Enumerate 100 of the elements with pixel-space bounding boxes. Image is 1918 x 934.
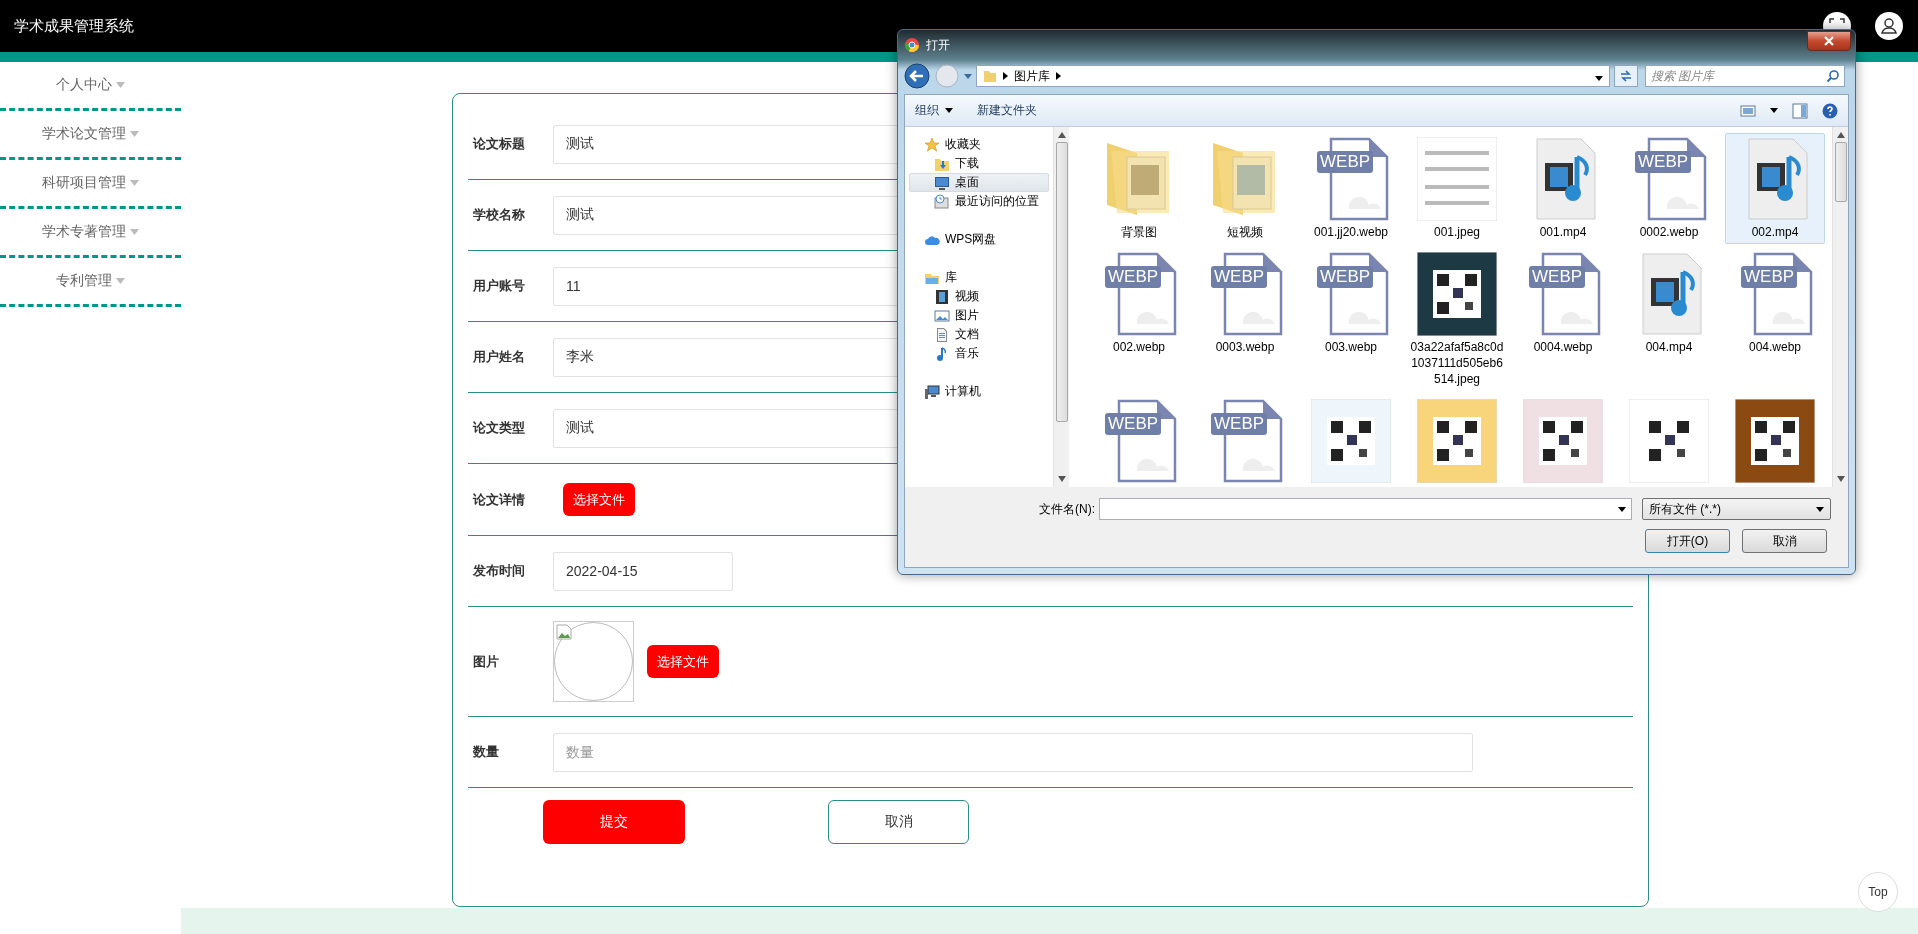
field-label: 论文标题 [471,135,526,153]
file-name: 001.jpeg [1432,224,1481,240]
address-bar[interactable]: 图片库 [976,65,1610,87]
search-field[interactable]: 搜索 图片库 [1645,65,1845,87]
file-type-label: WEBP [1317,151,1374,173]
nav-item[interactable]: 桌面 [909,173,1049,192]
file-item[interactable]: WEBP 002.webp [1089,248,1189,391]
scrollbar-thumb[interactable] [1834,142,1847,202]
choose-file-button[interactable]: 选择文件 [563,483,635,516]
nav-item[interactable]: 收藏夹 [909,135,1049,154]
chevron-icon [1003,72,1008,80]
field-label: 图片 [472,652,500,671]
file-type-label: WEBP [1317,266,1374,288]
field-label: 用户账号 [472,277,526,295]
file-item[interactable]: WEBP 0002.webp [1619,133,1719,244]
file-item[interactable]: 短视频 [1195,133,1295,244]
sidebar-item[interactable]: 个人中心 [0,62,181,111]
nav-item[interactable]: 下载 [909,154,1049,173]
nav-item[interactable]: 计算机 [909,382,1049,401]
caret-icon [1595,76,1603,81]
input-field[interactable]: 数量 [553,732,1473,772]
image-icon [934,307,950,324]
caret-icon [130,229,139,235]
app-title: 学术成果管理系统 [14,16,134,36]
date-field[interactable]: 2022-04-15 [553,551,733,591]
sidebar-item[interactable]: 学术专著管理 [0,209,181,258]
caret-icon [116,278,125,284]
file-name: 0002.webp [1638,224,1700,240]
field-label: 数量 [472,743,500,761]
file-item[interactable]: 002.mp4 [1725,133,1825,244]
file-type-label: WEBP [1529,266,1586,288]
file-type-label: WEBP [1211,413,1268,435]
sidebar-item[interactable]: 专利管理 [0,258,181,307]
help-icon[interactable] [1822,102,1838,119]
search-icon [1826,69,1840,83]
open-button[interactable]: 打开(O) [1645,529,1730,553]
file-name: 002.mp4 [1750,224,1800,240]
scroll-down-arrow-icon[interactable] [1057,476,1066,482]
new-folder-button[interactable]: 新建文件夹 [977,102,1037,119]
close-button[interactable] [1807,31,1851,51]
folder-icon [983,69,997,83]
back-to-top-button[interactable]: Top [1858,872,1898,912]
file-name: 短视频 [1226,224,1264,240]
file-item[interactable]: 001.mp4 [1513,133,1613,244]
computer-icon [924,383,940,400]
file-item[interactable]: WEBP 004.webp [1725,248,1825,391]
field-label: 论文类型 [471,419,526,437]
file-name: 002.webp [1111,339,1166,355]
star-icon [924,136,940,153]
file-name: 004.mp4 [1644,339,1694,355]
nav-item[interactable]: 音乐 [909,344,1049,363]
back-button[interactable] [904,63,930,89]
file-name: 0003.webp [1214,339,1276,355]
caret-icon [1816,506,1824,512]
file-type-dropdown[interactable]: 所有文件 (*.*) [1642,498,1831,520]
caret-icon [116,82,125,88]
file-item[interactable]: 004.mp4 [1619,248,1719,391]
submit-button[interactable]: 提交 [543,800,685,844]
choose-file-button[interactable]: 选择文件 [647,645,719,678]
browser-icon [904,37,920,53]
file-item[interactable]: WEBP [1195,395,1295,487]
file-item[interactable]: 03a22afaf5a8c0d1037111d505eb6514.jpeg [1407,248,1507,391]
scrollbar-thumb[interactable] [1055,142,1068,422]
scrollbar[interactable] [1053,127,1069,487]
caret-icon [130,131,139,137]
broken-image-icon [556,624,572,640]
recent-places-icon [934,193,950,210]
scroll-up-arrow-icon[interactable] [1057,132,1066,138]
field-label: 发布时间 [472,562,526,580]
nav-item[interactable]: 最近访问的位置 [909,192,1049,211]
file-item[interactable]: WEBP 001.jj20.webp [1301,133,1401,244]
sidebar-item[interactable]: 学术论文管理 [0,111,181,160]
field-label: 用户姓名 [472,348,526,366]
file-item[interactable]: WEBP [1089,395,1189,487]
nav-item[interactable]: 文档 [909,325,1049,344]
file-item[interactable]: 背景图 [1089,133,1189,244]
file-name-field[interactable] [1099,498,1632,520]
sidebar-item[interactable]: 科研项目管理 [0,160,181,209]
nav-item[interactable]: 图片 [909,306,1049,325]
film-icon [934,288,950,305]
scrollbar[interactable] [1832,127,1848,487]
nav-item[interactable]: WPS网盘 [909,230,1049,249]
cancel-button[interactable]: 取消 [1742,529,1827,553]
nav-item[interactable]: 库 [909,268,1049,287]
nav-item[interactable]: 视频 [909,287,1049,306]
file-item[interactable]: 001.jpeg [1407,133,1507,244]
cancel-button[interactable]: 取消 [828,800,969,844]
file-name: 001.mp4 [1538,224,1588,240]
file-name: 背景图 [1120,224,1158,240]
caret-icon [945,108,953,113]
file-name: 0004.webp [1532,339,1594,355]
refresh-button[interactable] [1614,65,1638,87]
organize-menu[interactable]: 组织 [915,102,953,119]
user-icon[interactable] [1874,11,1904,41]
scroll-up-arrow-icon[interactable] [1836,132,1845,138]
file-item[interactable]: WEBP 0003.webp [1195,248,1295,391]
file-item[interactable]: WEBP 0004.webp [1513,248,1613,391]
file-item[interactable]: WEBP 003.webp [1301,248,1401,391]
scroll-down-arrow-icon[interactable] [1836,476,1845,482]
refresh-icon [1619,69,1633,83]
